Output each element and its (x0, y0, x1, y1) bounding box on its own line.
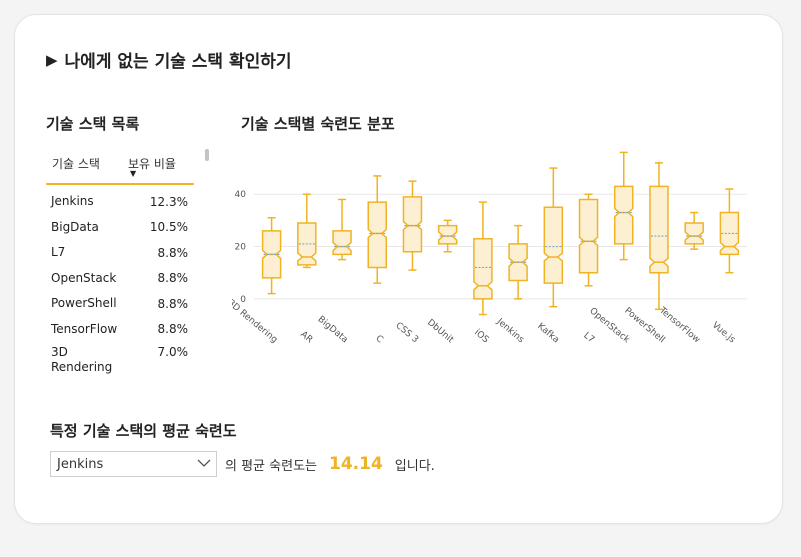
list-row[interactable]: OpenStack 8.8% (46, 266, 194, 292)
avg-title: 특정 기술 스택의 평균 숙련도 (50, 422, 237, 440)
box-9 (578, 198, 599, 274)
box-5 (437, 224, 458, 245)
y-tick-label: 40 (235, 190, 247, 200)
x-category-label: DbUnit (425, 318, 456, 346)
x-category-label: Jenkins (494, 316, 526, 345)
list-row-ratio: 12.3% (149, 194, 188, 209)
list-row-ratio: 8.8% (157, 245, 189, 260)
list-row-ratio: 7.0% (157, 345, 189, 359)
stack-select-value: Jenkins (57, 456, 104, 472)
x-category-label: Vue.js (710, 320, 737, 345)
stack-select[interactable]: Jenkins (50, 451, 217, 477)
box-6 (473, 237, 493, 300)
list-row-name: L7 (51, 245, 66, 260)
list-header: 기술 스택 보유 비율 ▼ (46, 150, 194, 185)
x-category-label: 3D Rendering (232, 298, 279, 345)
list-row-ratio: 8.8% (157, 271, 189, 286)
list-row-ratio: 10.5% (149, 220, 188, 235)
boxplot-chart: 0 20 40 3D Rendering AR BigData C CSS 3 DbUnit iO… (226, 151, 747, 346)
box-10 (614, 185, 634, 245)
list-scrollbar[interactable] (205, 149, 209, 161)
box-12 (684, 222, 704, 245)
list-row-name: OpenStack (51, 270, 117, 285)
avg-text-after: 입니다. (394, 458, 435, 474)
box-2 (332, 230, 352, 256)
avg-value: 14.14 (329, 454, 383, 474)
list-row[interactable]: Jenkins 12.3% (46, 189, 194, 215)
col-header-ratio[interactable]: 보유 비율 ▼ (128, 150, 176, 183)
y-tick-label: 20 (235, 243, 247, 253)
list-row[interactable]: 3D Rendering 7.0% (46, 342, 194, 379)
list-row-name: 3D Rendering (51, 345, 113, 374)
box-11 (649, 185, 669, 274)
x-category-label: C (373, 334, 384, 346)
x-category-label: iOS (472, 328, 490, 346)
chart-title: 기술 스택별 숙련도 분포 (241, 115, 395, 133)
page-title-text: 나에게 없는 기술 스택 확인하기 (64, 52, 292, 72)
sort-desc-icon: ▼ (130, 169, 137, 178)
x-category-label: Kafka (535, 322, 561, 346)
list-row-name: TensorFlow (51, 321, 118, 336)
col-header-name[interactable]: 기술 스택 (46, 150, 128, 183)
box-8 (543, 206, 564, 284)
list-row-ratio: 8.8% (157, 322, 189, 337)
list-row[interactable]: L7 8.8% (46, 240, 194, 266)
x-category-label: L7 (581, 331, 596, 346)
x-category-label: CSS 3 (393, 321, 420, 346)
list-row-name: Jenkins (51, 194, 94, 209)
list-row-name: PowerShell (51, 296, 117, 311)
y-tick-label: 0 (240, 295, 246, 305)
list-row[interactable]: TensorFlow 8.8% (46, 317, 194, 343)
play-triangle-icon: ▶ (46, 50, 58, 69)
box-4 (402, 196, 423, 253)
list-rows: Jenkins 12.3% BigData 10.5% L7 8.8% OpenStack 8… (46, 189, 194, 379)
list-row-name: BigData (51, 219, 99, 234)
list-row[interactable]: PowerShell 8.8% (46, 291, 194, 317)
box-3 (367, 201, 387, 269)
page-title: ▶ 나에게 없는 기술 스택 확인하기 (46, 47, 292, 73)
avg-text-before: 의 평균 숙련도는 (225, 458, 317, 474)
stack-list-table: 기술 스택 보유 비율 ▼ Jenkins 12.3% BigData 10.5% L7… (46, 150, 194, 380)
avg-row: Jenkins 의 평균 숙련도는 14.14 입니다. (50, 451, 435, 477)
chevron-down-icon (197, 457, 211, 472)
list-row-ratio: 8.8% (157, 296, 189, 311)
x-category-label: AR (298, 330, 314, 346)
list-title: 기술 스택 목록 (46, 115, 140, 133)
chart-container: 0 20 40 3D Rendering AR BigData C CSS 3 DbUnit iO… (226, 150, 762, 394)
list-row[interactable]: BigData 10.5% (46, 215, 194, 241)
x-category-label: BigData (316, 315, 350, 346)
